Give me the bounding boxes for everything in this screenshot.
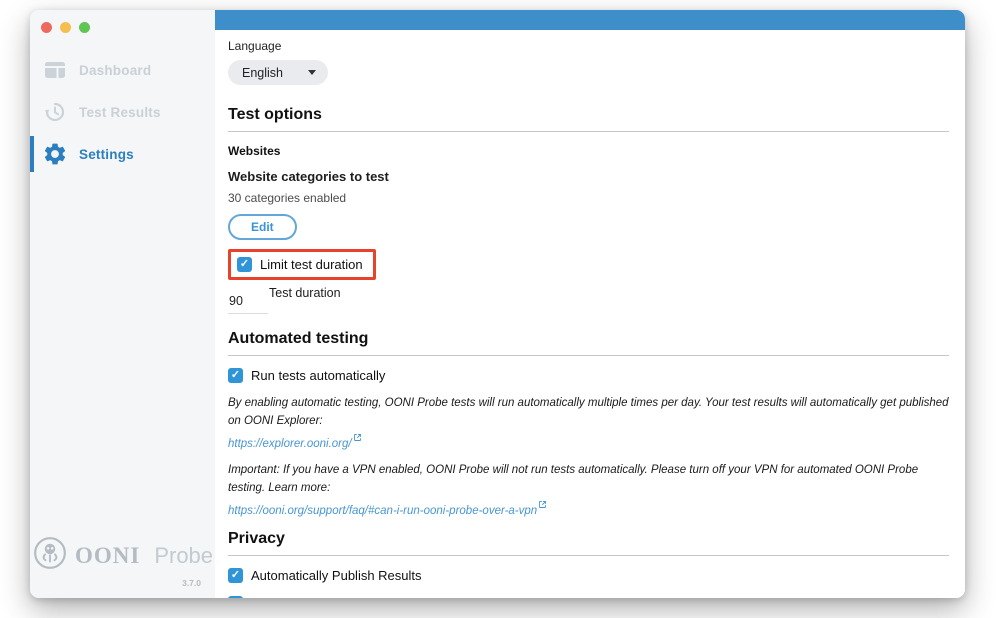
automated-testing-heading: Automated testing — [228, 330, 949, 348]
test-options-heading: Test options — [228, 106, 949, 124]
octopus-logo-icon — [32, 535, 68, 576]
vpn-faq-link[interactable]: https://ooni.org/support/faq/#can-i-run-… — [228, 505, 537, 517]
publish-results-label: Automatically Publish Results — [251, 568, 422, 583]
dashboard-icon — [42, 57, 68, 83]
limit-test-duration-checkbox[interactable] — [237, 257, 252, 272]
sidebar-item-label: Test Results — [79, 105, 161, 120]
sidebar: Dashboard Test Results — [30, 10, 215, 598]
logo-product-text: Probe — [154, 543, 213, 569]
language-selected-value: English — [242, 66, 283, 80]
main-panel: Language English Test options Websites W… — [215, 10, 965, 598]
sidebar-item-label: Settings — [79, 147, 134, 162]
vpn-warning-paragraph: Important: If you have a VPN enabled, OO… — [228, 462, 949, 520]
window-controls — [30, 10, 215, 33]
run-tests-automatically-checkbox[interactable] — [228, 368, 243, 383]
sidebar-item-test-results[interactable]: Test Results — [30, 91, 215, 133]
divider — [228, 555, 949, 556]
divider — [228, 131, 949, 132]
website-categories-label: Website categories to test — [228, 169, 949, 184]
close-button[interactable] — [41, 22, 52, 33]
header-bar — [215, 10, 965, 30]
language-select[interactable]: English — [228, 60, 328, 85]
publish-results-checkbox[interactable] — [228, 568, 243, 583]
edit-button[interactable]: Edit — [228, 214, 297, 240]
sidebar-nav: Dashboard Test Results — [30, 49, 215, 175]
auto-testing-info-text: By enabling automatic testing, OONI Prob… — [228, 397, 949, 427]
run-tests-automatically-row: Run tests automatically — [228, 368, 949, 383]
test-duration-field: 90 Test duration — [228, 285, 949, 314]
minimize-button[interactable] — [60, 22, 71, 33]
sidebar-item-dashboard[interactable]: Dashboard — [30, 49, 215, 91]
logo-brand-text: OONI — [75, 543, 140, 569]
language-label: Language — [228, 39, 949, 53]
highlight-box: Limit test duration — [228, 249, 376, 280]
publish-results-row: Automatically Publish Results — [228, 568, 949, 583]
auto-testing-info-paragraph: By enabling automatic testing, OONI Prob… — [228, 395, 949, 453]
vpn-warning-text: Important: If you have a VPN enabled, OO… — [228, 464, 918, 494]
sidebar-item-label: Dashboard — [79, 63, 151, 78]
limit-test-duration-label: Limit test duration — [260, 257, 363, 272]
websites-title: Websites — [228, 144, 949, 158]
limit-test-duration-row: Limit test duration — [237, 257, 363, 272]
test-duration-input[interactable]: 90 — [228, 285, 268, 314]
settings-content: Language English Test options Websites W… — [215, 30, 965, 598]
run-tests-automatically-label: Run tests automatically — [251, 368, 385, 383]
app-window: Dashboard Test Results — [30, 10, 965, 598]
gear-icon — [42, 141, 68, 167]
external-link-icon — [353, 433, 362, 445]
active-indicator — [30, 136, 34, 172]
divider — [228, 355, 949, 356]
categories-enabled-status: 30 categories enabled — [228, 191, 949, 205]
privacy-heading: Privacy — [228, 530, 949, 548]
test-duration-label: Test duration — [269, 285, 341, 300]
ooni-logo: OONI Probe 3.7.0 — [30, 535, 215, 588]
history-icon — [42, 99, 68, 125]
external-link-icon — [538, 500, 547, 512]
chevron-down-icon — [308, 70, 316, 75]
crash-reports-checkbox[interactable] — [228, 596, 243, 598]
zoom-button[interactable] — [79, 22, 90, 33]
sidebar-item-settings[interactable]: Settings — [30, 133, 215, 175]
logo-version: 3.7.0 — [44, 578, 201, 588]
crash-reports-row: Send crash reports — [228, 596, 949, 598]
crash-reports-label: Send crash reports — [251, 596, 361, 598]
explorer-link[interactable]: https://explorer.ooni.org/ — [228, 437, 352, 449]
